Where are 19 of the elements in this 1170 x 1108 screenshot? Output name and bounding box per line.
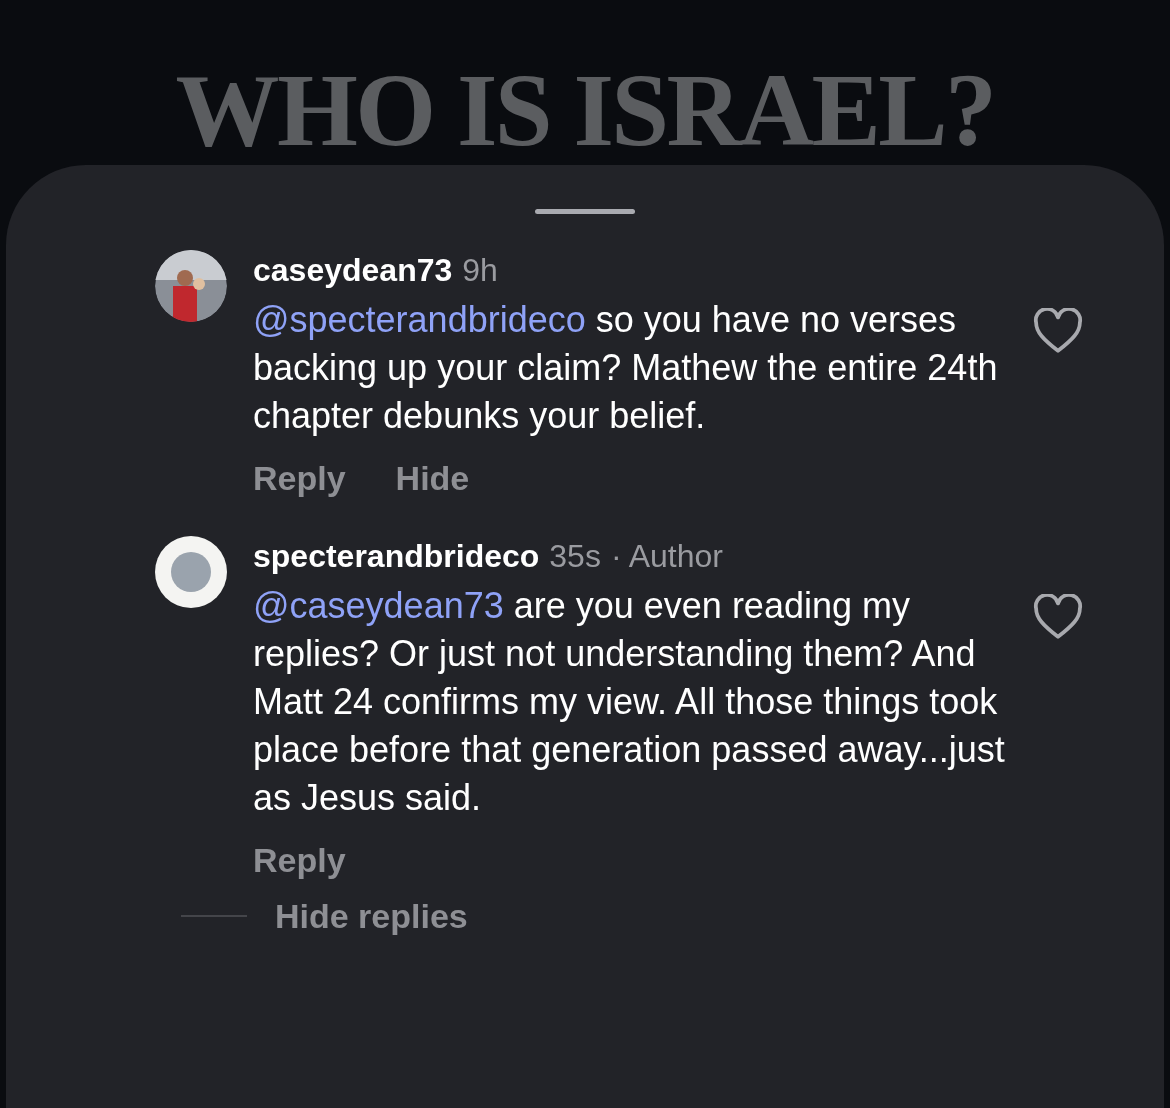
comment-action[interactable]: Hide bbox=[395, 456, 470, 500]
author-label: · Author bbox=[610, 537, 723, 576]
avatar[interactable] bbox=[155, 536, 227, 608]
avatar[interactable] bbox=[155, 250, 227, 322]
drag-handle[interactable] bbox=[535, 209, 635, 214]
username[interactable]: caseydean73 bbox=[253, 250, 453, 290]
mention-link[interactable]: @specterandbrideco bbox=[253, 299, 586, 340]
comment-time: 9h bbox=[462, 251, 498, 290]
heart-icon[interactable] bbox=[1033, 594, 1083, 640]
comment-action[interactable]: Reply bbox=[253, 456, 346, 500]
hide-replies-button[interactable]: Hide replies bbox=[275, 894, 468, 938]
mention-link[interactable]: @caseydean73 bbox=[253, 585, 504, 626]
comment-action[interactable]: Reply bbox=[253, 838, 346, 882]
comment-time: 35s bbox=[549, 537, 601, 576]
comment-text: @caseydean73 are you even reading my replies? Or just not understanding them? And Matt 24 confirms my view. All those things took place before that generation passed away...just as Jesus said. bbox=[253, 584, 1006, 820]
heart-icon[interactable] bbox=[1033, 308, 1083, 354]
post-title: WHO IS ISRAEL? bbox=[175, 60, 995, 160]
username[interactable]: specterandbrideco bbox=[253, 536, 540, 576]
comment-text: @specterandbrideco so you have no verses backing up your claim? Mathew the entire 24th chapter debunks your belief. bbox=[253, 298, 999, 438]
